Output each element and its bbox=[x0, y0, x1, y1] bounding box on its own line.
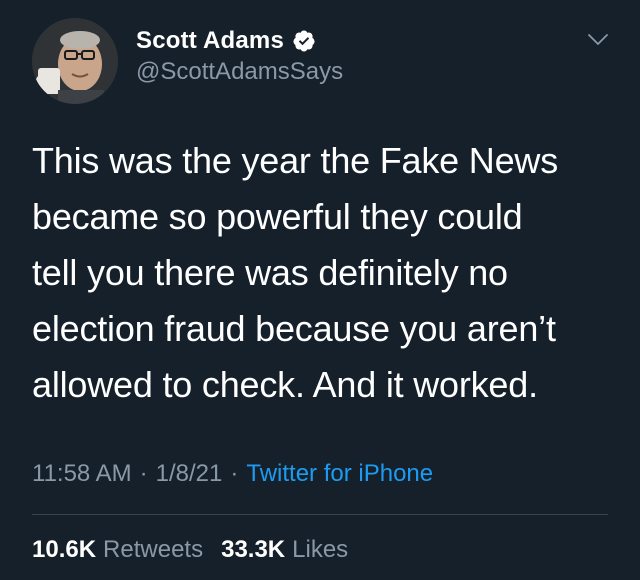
name-row: Scott Adams bbox=[136, 24, 316, 58]
verified-badge-icon bbox=[293, 30, 315, 52]
meta-separator: · bbox=[139, 460, 148, 487]
avatar[interactable] bbox=[32, 18, 118, 104]
tweet-stats: 10.6K Retweets 33.3K Likes bbox=[32, 534, 366, 566]
likes-stat[interactable]: 33.3K Likes bbox=[221, 536, 348, 564]
tweet-time[interactable]: 11:58 AM bbox=[32, 460, 132, 488]
likes-count: 33.3K bbox=[221, 536, 286, 563]
divider bbox=[32, 514, 608, 515]
display-name[interactable]: Scott Adams bbox=[136, 27, 284, 55]
tweet-meta: 11:58 AM · 1/8/21 · Twitter for iPhone bbox=[32, 458, 433, 490]
tweet-text: This was the year the Fake News became s… bbox=[32, 140, 559, 405]
retweets-label: Retweets bbox=[103, 536, 204, 563]
avatar-image bbox=[32, 18, 118, 104]
chevron-down-icon[interactable] bbox=[586, 28, 610, 52]
meta-separator: · bbox=[230, 460, 239, 487]
retweets-stat[interactable]: 10.6K Retweets bbox=[32, 536, 203, 564]
user-handle[interactable]: @ScottAdamsSays bbox=[136, 58, 343, 86]
retweets-count: 10.6K bbox=[32, 536, 97, 563]
tweet-source-link[interactable]: Twitter for iPhone bbox=[246, 460, 433, 488]
tweet-date[interactable]: 1/8/21 bbox=[156, 460, 223, 488]
likes-label: Likes bbox=[292, 536, 349, 563]
